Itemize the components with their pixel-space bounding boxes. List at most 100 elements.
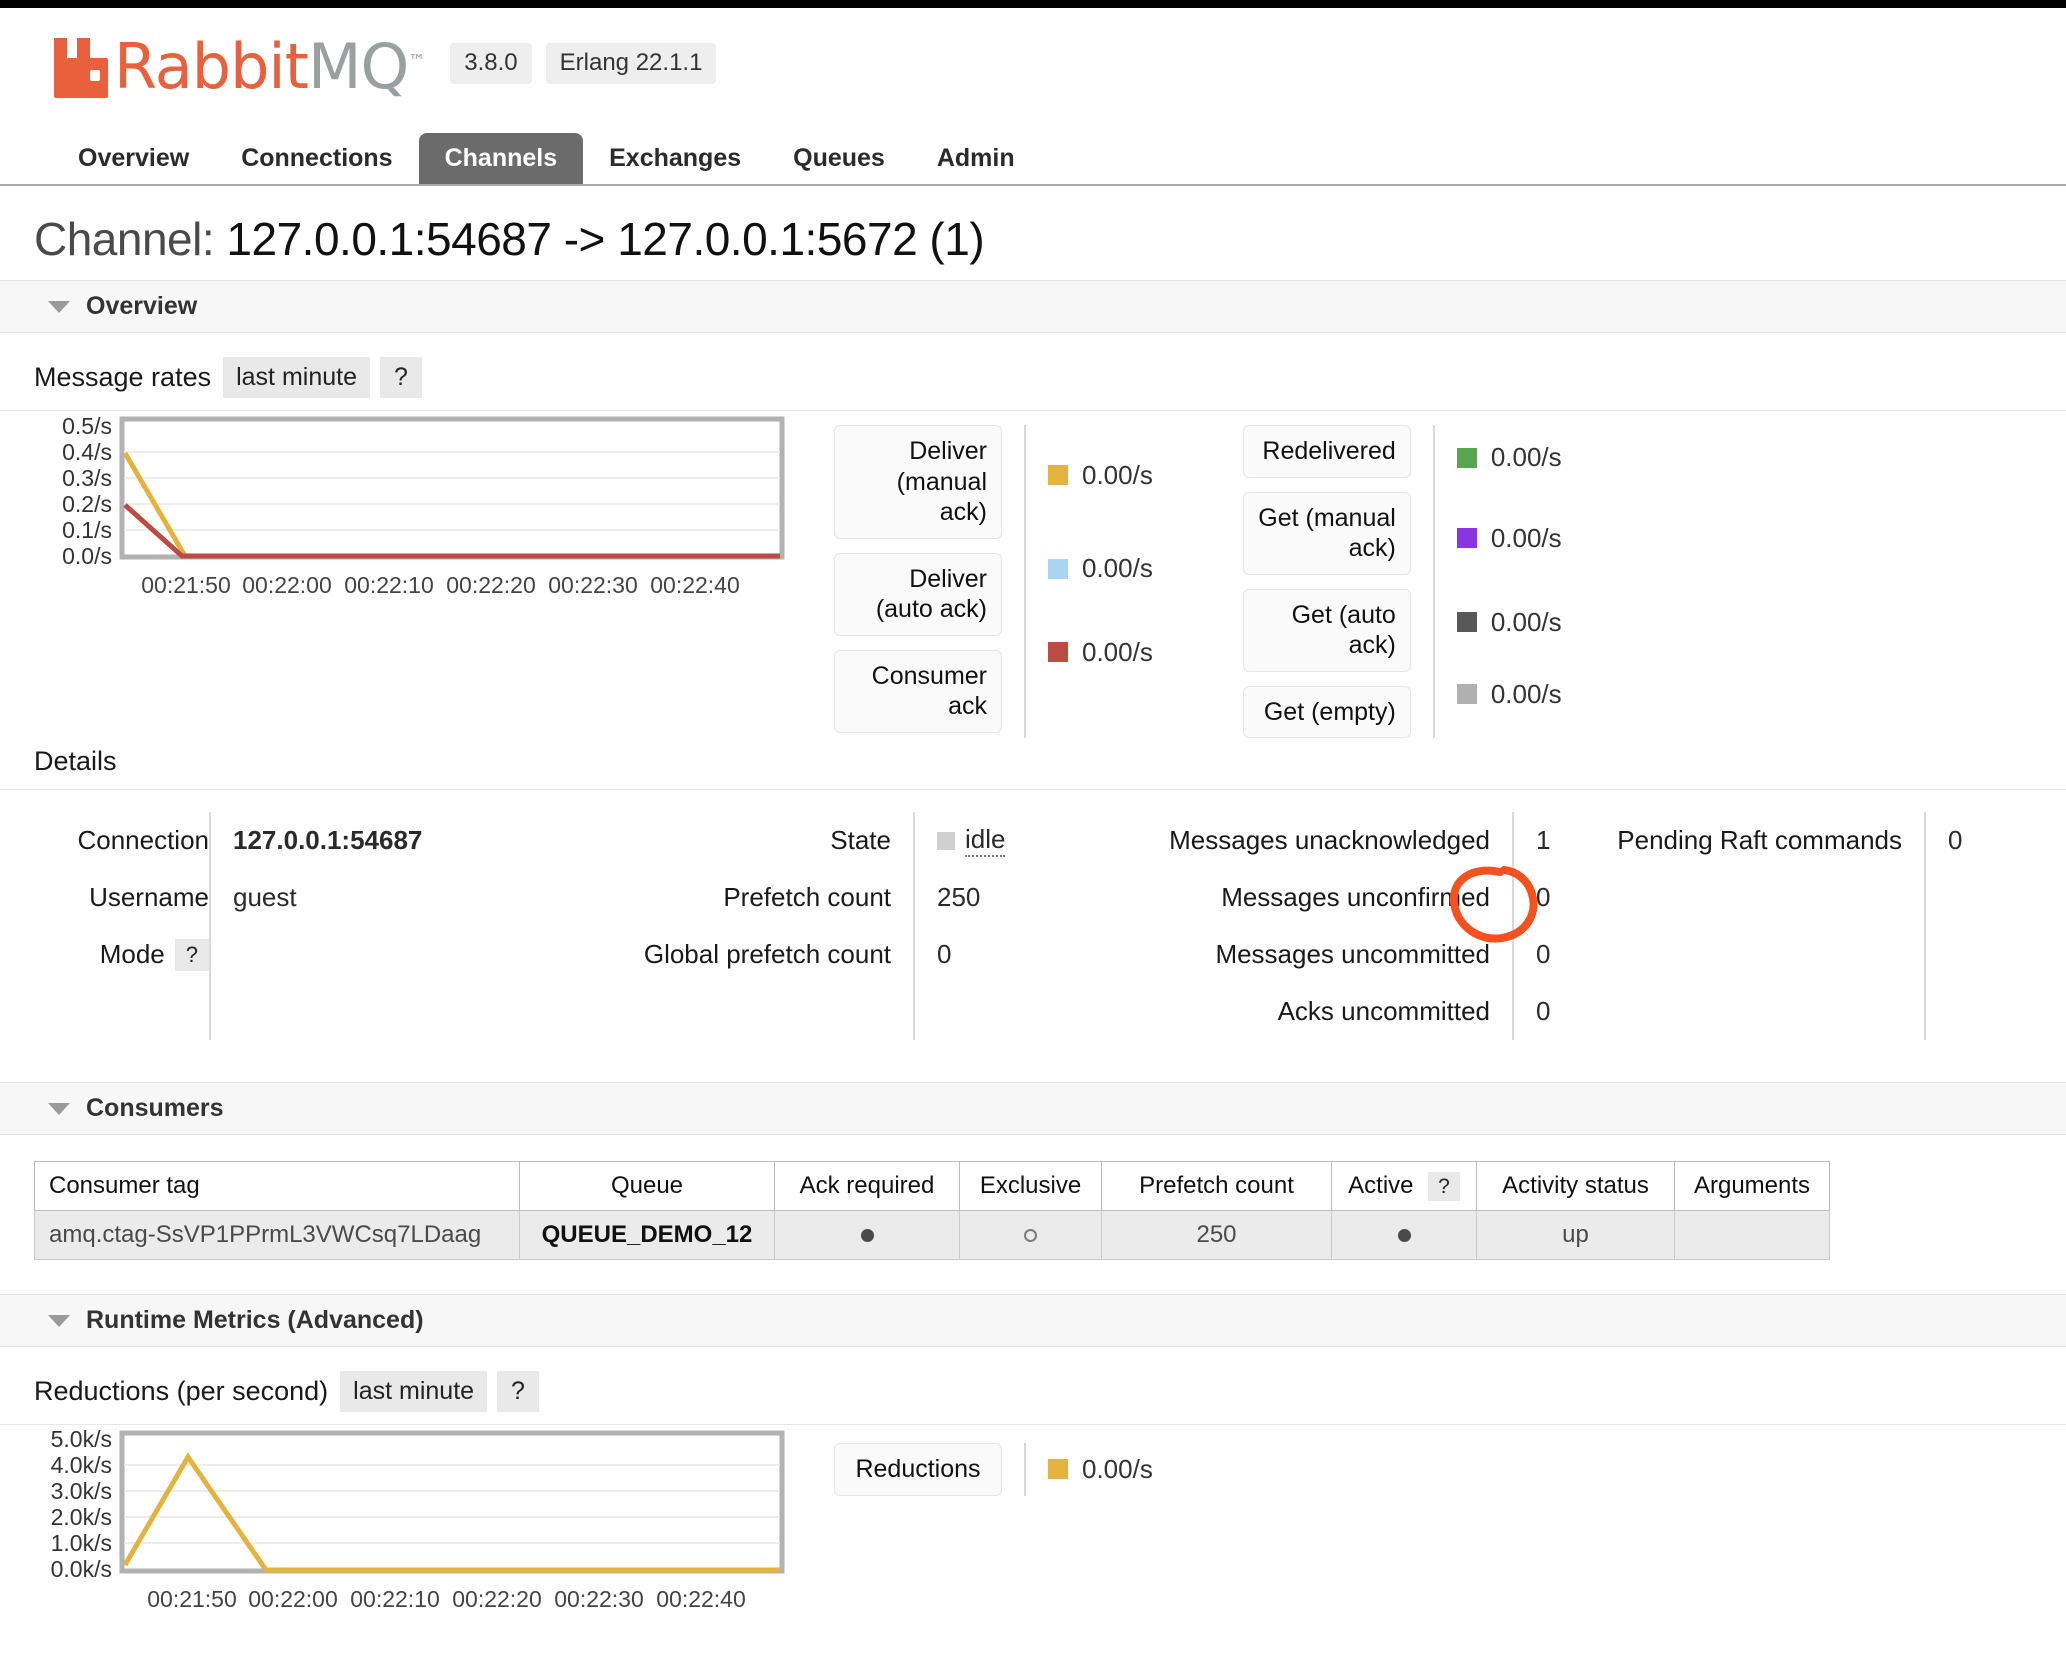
value-messages-uncommitted: 0 [1536,926,1602,983]
legend-button-consumer-ack[interactable]: Consumer ack [834,650,1002,733]
label-username: Username [89,869,209,926]
message-rates-row: 0.5/s 0.4/s 0.3/s 0.2/s 0.1/s 0.0/s [0,411,2066,738]
legend-rate-deliver-auto-ack: 0.00/s [1082,553,1153,584]
reductions-plot: 5.0k/s 4.0k/s 3.0k/s 2.0k/s 1.0k/s 0.0k/… [34,1425,834,1625]
tab-queues[interactable]: Queues [767,133,911,184]
column-header-exclusive[interactable]: Exclusive [960,1162,1102,1211]
legend-button-reductions[interactable]: Reductions [834,1443,1002,1496]
page-title-prefix: Channel: [34,213,214,265]
tab-channels[interactable]: Channels [419,133,584,184]
message-rates-help-icon[interactable]: ? [380,357,422,398]
tab-connections[interactable]: Connections [215,133,418,184]
version-badge: 3.8.0 [450,43,531,84]
message-rates-label: Message rates [34,362,223,393]
label-messages-unconfirmed: Messages unconfirmed [1221,869,1490,926]
legend-value-deliver-manual-ack: 0.00/s [1048,425,1153,525]
filled-dot-icon [861,1229,874,1242]
svg-text:3.0k/s: 3.0k/s [51,1478,112,1504]
legend-values-left: 0.00/s 0.00/s 0.00/s [1048,425,1153,738]
label-prefetch-count: Prefetch count [723,869,891,926]
svg-text:2.0k/s: 2.0k/s [51,1504,112,1530]
legend-divider-right [1433,425,1435,738]
svg-text:5.0k/s: 5.0k/s [51,1426,112,1452]
legend-rate-reductions: 0.00/s [1082,1454,1153,1485]
consumers-table: Consumer tag Queue Ack required Exclusiv… [34,1161,1830,1260]
legend-rate-consumer-ack: 0.00/s [1082,637,1153,668]
logo-text-mq: MQ [308,30,408,103]
hollow-circle-icon [1024,1229,1037,1242]
legend-button-get-auto-ack[interactable]: Get (auto ack) [1243,589,1411,672]
legend-rate-deliver-manual-ack: 0.00/s [1082,460,1153,491]
section-runtime-metrics-header[interactable]: Runtime Metrics (Advanced) [0,1294,2066,1347]
legend-swatch-deliver-auto-ack [1048,559,1068,579]
legend-swatch-deliver-manual-ack [1048,465,1068,485]
column-header-activity-status[interactable]: Activity status [1477,1162,1675,1211]
column-header-queue[interactable]: Queue [520,1162,775,1211]
legend-button-get-empty[interactable]: Get (empty) [1243,686,1411,739]
cell-exclusive [960,1211,1102,1260]
legend-group-left: Deliver (manual ack) Deliver (auto ack) … [834,425,1153,738]
tab-overview[interactable]: Overview [52,133,215,184]
value-username: guest [233,869,591,926]
svg-text:0.4/s: 0.4/s [62,439,112,465]
tab-exchanges[interactable]: Exchanges [583,133,767,184]
legend-button-redelivered[interactable]: Redelivered [1243,425,1411,478]
label-acks-uncommitted: Acks uncommitted [1278,983,1490,1040]
section-runtime-metrics-label: Runtime Metrics (Advanced) [86,1306,424,1335]
message-rates-period-selector[interactable]: last minute [223,357,370,398]
column-header-consumer-tag[interactable]: Consumer tag [35,1162,520,1211]
svg-text:00:22:40: 00:22:40 [656,1586,746,1612]
details-column-connection: Connection Username Mode ? 127.0.0.1:546… [34,812,591,1040]
legend-swatch-get-empty [1457,684,1477,704]
details-header: Details [0,738,2066,790]
section-overview-header[interactable]: Overview [0,280,2066,333]
legend-button-get-manual-ack[interactable]: Get (manual ack) [1243,492,1411,575]
value-mode [233,926,591,983]
value-connection[interactable]: 127.0.0.1:54687 [233,812,591,869]
legend-buttons-left: Deliver (manual ack) Deliver (auto ack) … [834,425,1002,738]
svg-text:4.0k/s: 4.0k/s [51,1452,112,1478]
value-prefetch-count: 250 [937,869,1145,926]
reductions-period-selector[interactable]: last minute [340,1371,487,1412]
legend-values-right: 0.00/s 0.00/s 0.00/s 0.00/s [1457,425,1562,738]
value-acks-uncommitted: 0 [1536,983,1602,1040]
legend-value-reductions: 0.00/s [1048,1443,1153,1495]
message-rates-header: Message rates last minute ? [0,333,2066,411]
legend-divider-left [1024,425,1026,738]
details-labels-2: State Prefetch count Global prefetch cou… [591,812,891,1040]
legend-group-right: Redelivered Get (manual ack) Get (auto a… [1243,425,1562,738]
svg-text:00:21:50: 00:21:50 [147,1586,237,1612]
legend-value-deliver-auto-ack: 0.00/s [1048,525,1153,612]
legend-divider-reductions [1024,1443,1026,1496]
svg-text:00:22:10: 00:22:10 [350,1586,440,1612]
tab-admin[interactable]: Admin [911,133,1041,184]
svg-text:0.0k/s: 0.0k/s [51,1556,112,1582]
state-indicator-icon [937,832,955,850]
legend-value-get-auto-ack: 0.00/s [1457,586,1562,658]
reductions-help-icon[interactable]: ? [497,1371,539,1412]
svg-text:1.0k/s: 1.0k/s [51,1530,112,1556]
legend-button-deliver-manual-ack[interactable]: Deliver (manual ack) [834,425,1002,539]
value-messages-unacknowledged: 1 [1536,812,1602,869]
reductions-label: Reductions (per second) [34,1376,340,1407]
app-header: RabbitMQ™ 3.8.0 Erlang 22.1.1 [0,8,2066,98]
rabbitmq-logo[interactable]: RabbitMQ™ [52,36,424,98]
active-help-icon[interactable]: ? [1428,1172,1460,1201]
legend-rate-get-empty: 0.00/s [1491,679,1562,710]
label-connection: Connection [77,812,209,869]
chevron-down-icon [48,301,70,313]
column-header-prefetch-count[interactable]: Prefetch count [1102,1162,1332,1211]
details-values-1: 127.0.0.1:54687 guest [211,812,591,1040]
details-label: Details [34,746,129,777]
column-header-arguments[interactable]: Arguments [1675,1162,1830,1211]
legend-swatch-consumer-ack [1048,642,1068,662]
svg-text:00:22:20: 00:22:20 [446,572,536,598]
legend-button-deliver-auto-ack[interactable]: Deliver (auto ack) [834,553,1002,636]
column-header-ack-required[interactable]: Ack required [775,1162,960,1211]
column-header-active[interactable]: Active ? [1332,1162,1477,1211]
cell-queue[interactable]: QUEUE_DEMO_12 [520,1211,775,1260]
section-consumers-header[interactable]: Consumers [0,1082,2066,1135]
mode-help-icon[interactable]: ? [175,939,209,971]
label-messages-unacknowledged: Messages unacknowledged [1169,812,1490,869]
label-global-prefetch-count: Global prefetch count [644,926,891,983]
